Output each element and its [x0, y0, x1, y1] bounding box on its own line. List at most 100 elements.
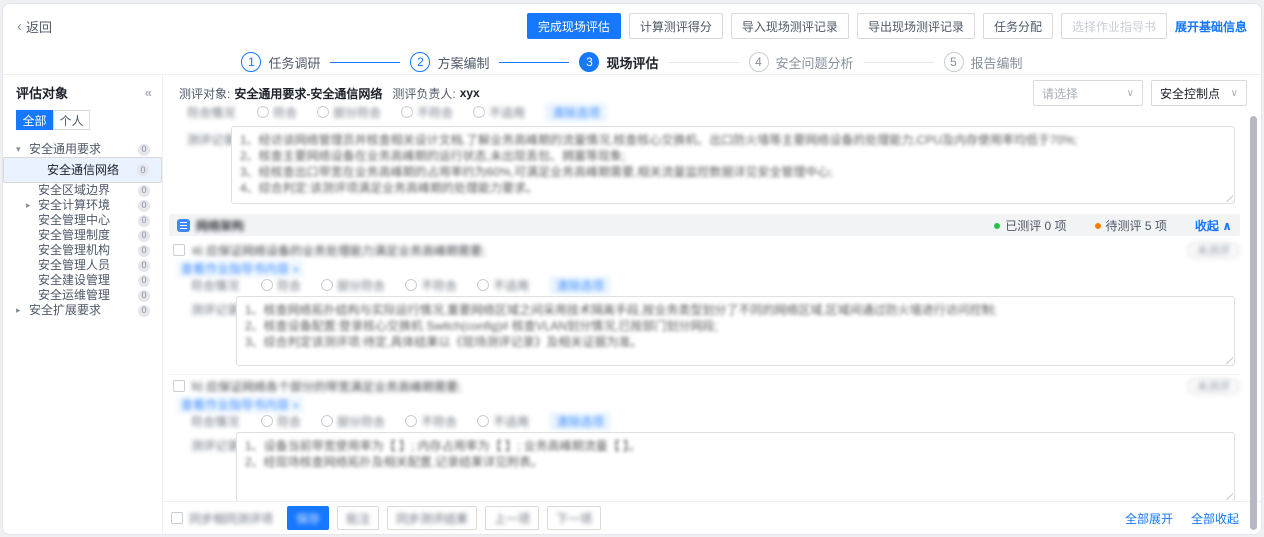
task-assign-button[interactable]: 任务分配 [983, 13, 1053, 39]
record-textarea[interactable]: 1、核查网络拓扑结构与实际运行情况,重要网络区域之间采用技术隔离手段,按业务类型… [236, 296, 1235, 366]
step-report-editing[interactable]: 5 报告编制 [944, 52, 1023, 72]
object-value: 安全通用要求-安全通信网络 [234, 85, 382, 102]
count-badge: 0 [138, 185, 150, 197]
count-badge: 0 [138, 305, 150, 317]
step-3-label: 现场评估 [606, 53, 658, 72]
import-records-button[interactable]: 导入现场测评记录 [731, 13, 849, 39]
radio-conform[interactable]: 符合 [261, 413, 301, 430]
record-label: 测评记录 [187, 131, 237, 148]
collapse-section-link[interactable]: 收起 ∧ [1195, 217, 1232, 234]
radio-not-applicable[interactable]: 不适用 [473, 104, 525, 121]
chevron-down-icon: ∨ [1231, 88, 1238, 99]
export-records-button[interactable]: 导出现场测评记录 [857, 13, 975, 39]
question-text: 应保证网络各个部分的带宽满足业务高峰期需要; [206, 378, 461, 395]
question-row-a: a) 应保证网络设备的业务处理能力满足业务高峰期需要; 未测评 [173, 242, 1240, 258]
step-connector [499, 62, 569, 63]
radio-not-applicable[interactable]: 不适用 [477, 413, 529, 430]
caret-right-icon[interactable]: ▸ [16, 303, 26, 318]
filter-select[interactable]: 请选择 ∨ [1033, 80, 1143, 106]
save-button[interactable]: 保存 [287, 506, 329, 530]
calc-score-button[interactable]: 计算测评得分 [629, 13, 723, 39]
step-task-survey[interactable]: 1 任务调研 [241, 52, 320, 72]
radio-conform[interactable]: 符合 [257, 104, 297, 121]
radio-icon [401, 106, 413, 118]
tree-item-extended-requirements[interactable]: ▸ 安全扩展要求 0 [3, 303, 162, 318]
control-point-select[interactable]: 安全控制点 ∨ [1151, 80, 1247, 106]
radio-nonconform[interactable]: 不符合 [401, 104, 453, 121]
record-textarea[interactable]: 1、设备当前带宽使用率为【 】; 内存占用率为【 】; 业务高峰期流量【 】。 … [236, 432, 1235, 502]
pending-count: 待测评 5 项 [1095, 217, 1167, 234]
radio-not-applicable[interactable]: 不适用 [477, 277, 529, 294]
bottom-action-bar: 同步相同测评项 保存 批注 同步测评结果 上一项 下一项 全部展开 全部收起 [163, 501, 1261, 534]
collapse-panel-icon[interactable]: « [145, 85, 152, 100]
count-badge: 0 [137, 164, 149, 176]
radio-partial-conform[interactable]: 部分符合 [317, 104, 381, 121]
clear-selection-tag[interactable]: 清除选项 [545, 103, 607, 122]
tree-item-communication-network[interactable]: 安全通信网络 0 [3, 157, 162, 183]
control-point-section-bar: 网络架构 已测评 0 项 待测评 5 项 收起 ∧ [169, 214, 1240, 236]
next-item-button[interactable]: 下一项 [547, 506, 601, 530]
caret-down-icon[interactable]: ▾ [16, 142, 26, 157]
step-connector [330, 62, 400, 63]
sync-results-button[interactable]: 同步测评结果 [387, 506, 477, 530]
step-issue-analysis[interactable]: 4 安全问题分析 [749, 52, 854, 72]
tree-item-computing-environment[interactable]: ▸ 安全计算环境 0 [3, 198, 162, 213]
radio-icon [317, 106, 329, 118]
main-content: 测评对象: 安全通用要求-安全通信网络 测评负责人: xyx 请选择 ∨ 安全控… [163, 75, 1261, 534]
radio-partial-conform[interactable]: 部分符合 [321, 413, 385, 430]
tree-item-management-personnel[interactable]: 安全管理人员 0 [3, 258, 162, 273]
radio-icon [261, 415, 273, 427]
radio-icon [405, 279, 417, 291]
tree-item-area-boundary[interactable]: 安全区域边界 0 [3, 183, 162, 198]
radio-partial-conform[interactable]: 部分符合 [321, 277, 385, 294]
tree-item-operation-mgmt[interactable]: 安全运维管理 0 [3, 288, 162, 303]
record-textarea[interactable]: 1、经访谈网络管理员并核查相关设计文档,了解业务高峰期的流量情况,核查核心交换机… [231, 126, 1235, 204]
select-guidebook-button[interactable]: 选择作业指导书 [1061, 13, 1167, 39]
tree-item-management-system[interactable]: 安全管理制度 0 [3, 228, 162, 243]
question-row-b: b) 应保证网络各个部分的带宽满足业务高峰期需要; 未测评 [173, 378, 1240, 394]
question-prefix: b) [192, 379, 203, 393]
process-stepper: 1 任务调研 2 方案编制 3 现场评估 4 安全问题分析 5 报告编制 [3, 50, 1261, 74]
expand-all-link[interactable]: 全部展开 [1125, 510, 1173, 527]
section-title: 网络架构 [196, 217, 244, 234]
back-label: 返回 [26, 17, 52, 36]
clear-selection-tag[interactable]: 清除选项 [549, 412, 611, 431]
radio-icon [405, 415, 417, 427]
annotate-button[interactable]: 批注 [337, 506, 379, 530]
radio-icon [257, 106, 269, 118]
sync-checkbox-label: 同步相同测评项 [189, 510, 273, 527]
guidebook-link[interactable]: 查看作业指导书内容 » [176, 259, 304, 278]
finish-onsite-eval-button[interactable]: 完成现场评估 [527, 13, 621, 39]
expand-basic-info-link[interactable]: 展开基础信息 [1175, 18, 1247, 35]
tree-item-construction-mgmt[interactable]: 安全建设管理 0 [3, 273, 162, 288]
double-arrow-icon: » [292, 262, 299, 276]
object-tree: ▾ 安全通用要求 0 安全通信网络 0 安全区域边界 0 ▸ 安全计算环境 0 … [3, 142, 162, 318]
radio-nonconform[interactable]: 不符合 [405, 413, 457, 430]
radio-nonconform[interactable]: 不符合 [405, 277, 457, 294]
tree-item-general-requirements[interactable]: ▾ 安全通用要求 0 [3, 142, 162, 157]
clear-selection-tag[interactable]: 清除选项 [549, 276, 611, 295]
top-toolbar: ‹ 返回 完成现场评估 计算测评得分 导入现场测评记录 导出现场测评记录 任务分… [3, 10, 1261, 42]
tree-item-management-org[interactable]: 安全管理机构 0 [3, 243, 162, 258]
sync-checkbox[interactable] [171, 512, 183, 524]
record-label: 测评记录 [191, 437, 241, 454]
caret-right-icon[interactable]: ▸ [26, 198, 36, 213]
step-plan-editing[interactable]: 2 方案编制 [410, 52, 489, 72]
radio-conform[interactable]: 符合 [261, 277, 301, 294]
vertical-scrollbar[interactable] [1250, 116, 1257, 530]
tree-item-management-center[interactable]: 安全管理中心 0 [3, 213, 162, 228]
question-checkbox[interactable] [173, 244, 185, 256]
status-badge: 未测评 [1187, 378, 1240, 395]
prev-item-button[interactable]: 上一项 [485, 506, 539, 530]
step-onsite-eval[interactable]: 3 现场评估 [579, 52, 658, 72]
collapse-all-link[interactable]: 全部收起 [1191, 510, 1239, 527]
compliance-label: 符合情况 [191, 413, 241, 430]
owner-label: 测评负责人: [392, 85, 455, 102]
tab-all[interactable]: 全部 [16, 110, 53, 130]
guidebook-link[interactable]: 查看作业指导书内容 » [176, 395, 304, 414]
question-checkbox[interactable] [173, 380, 185, 392]
tab-personal[interactable]: 个人 [53, 110, 90, 130]
back-button[interactable]: ‹ 返回 [17, 17, 52, 36]
step-4-label: 安全问题分析 [776, 53, 854, 72]
step-5-circle: 5 [944, 52, 964, 72]
